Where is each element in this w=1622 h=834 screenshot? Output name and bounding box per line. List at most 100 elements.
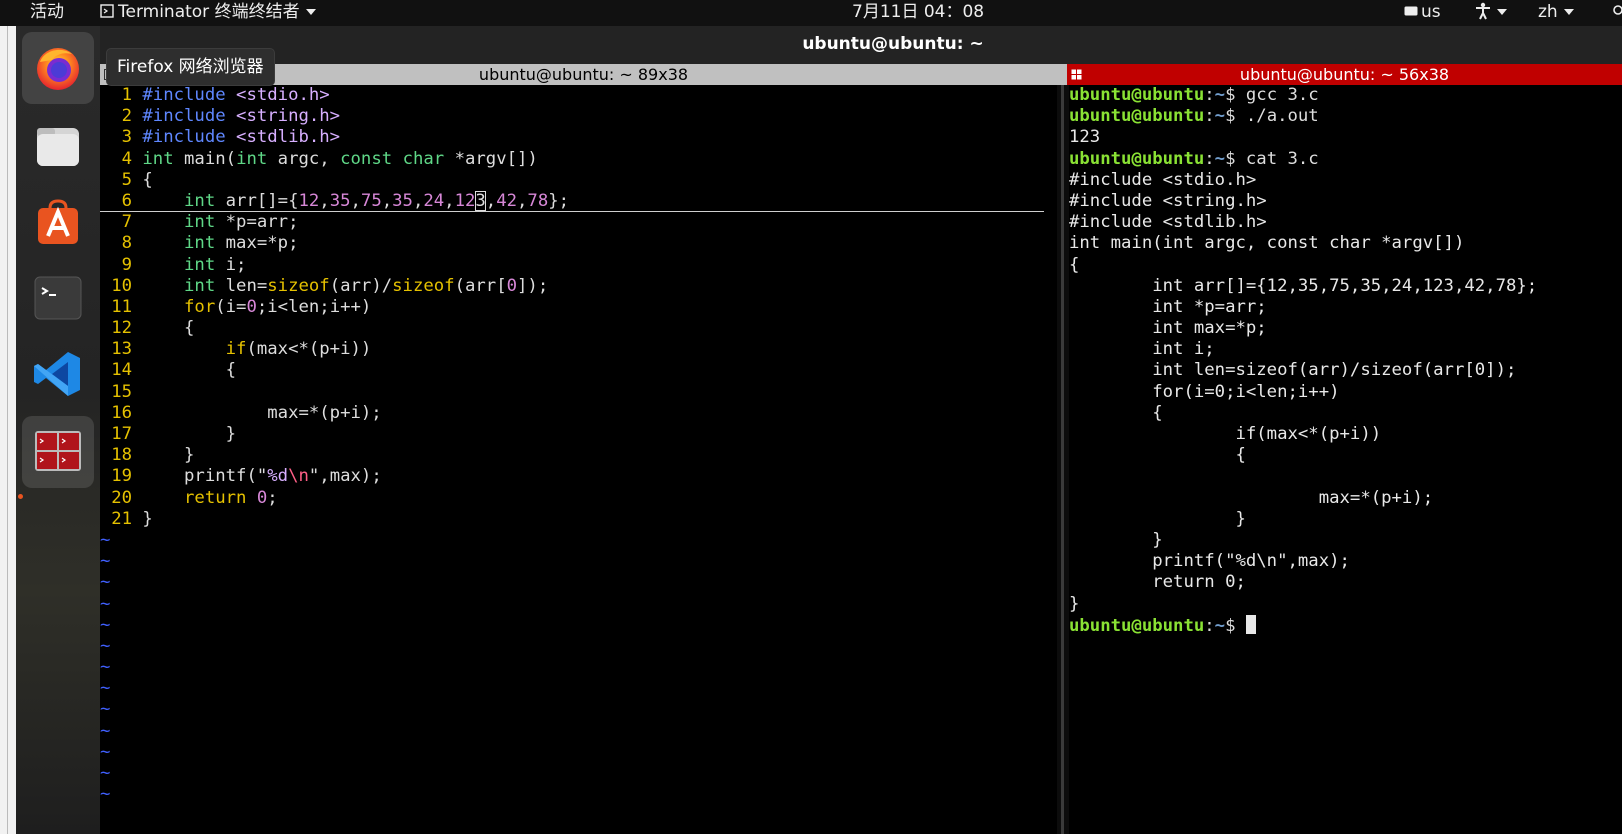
vim-line: 1 #include <stdio.h> [100, 85, 1044, 106]
pane-splitter[interactable] [1057, 85, 1069, 834]
line-number: 13 [111, 339, 132, 360]
line-number: 12 [111, 318, 132, 339]
app-menu[interactable]: Terminator 终端终结者 [100, 0, 316, 24]
window-titlebar[interactable]: ubuntu@ubuntu: ~ [100, 26, 1622, 64]
terminator-icon [35, 431, 81, 471]
vim-line: 7 int *p=arr; [100, 212, 1044, 233]
dock-tooltip: Firefox 网络浏览器 [106, 48, 275, 86]
keyboard-layout-indicator[interactable]: us [1404, 0, 1441, 24]
vim-line: 8 int max=*p; [100, 233, 1044, 254]
vim-cursor: 3 [475, 190, 486, 211]
system-menu-icon[interactable] [1612, 0, 1622, 24]
app-menu-label: Terminator 终端终结者 [118, 2, 300, 22]
dock-app-store[interactable] [22, 186, 94, 258]
output-line: #include <stdio.h> [1069, 169, 1257, 190]
line-number: 17 [111, 424, 132, 444]
line-number: 2 [121, 106, 132, 127]
terminal-cursor [1245, 614, 1256, 634]
line-number: 3 [121, 127, 132, 148]
vim-empty-line: ~ [100, 635, 111, 656]
output-line: int main(int argc, const char *argv[]) [1069, 233, 1465, 254]
prompt-line: ubuntu@ubuntu:~$ gcc 3.c [1069, 85, 1319, 105]
vim-empty-line: ~ [100, 614, 111, 635]
running-indicator [18, 494, 23, 499]
top-bar: 活动 Terminator 终端终结者 7月11日 04：08 us zh [0, 0, 1622, 26]
accessibility-menu[interactable] [1475, 0, 1507, 24]
line-number: 14 [111, 360, 132, 381]
left-pane-title: ubuntu@ubuntu: ~ 89x38 [478, 65, 689, 84]
output-line: int len=sizeof(arr)/sizeof(arr[0]); [1069, 360, 1517, 381]
vim-line: 21 } [100, 509, 1044, 530]
vim-editor-pane[interactable]: 1 #include <stdio.h> 2 #include <string.h… [100, 85, 1057, 834]
dock-terminator[interactable] [22, 416, 94, 488]
activities-button[interactable]: 活动 [30, 0, 64, 24]
dock-files[interactable] [22, 110, 94, 182]
chevron-down-icon [1497, 9, 1507, 15]
vim-empty-line: ~ [100, 572, 111, 593]
line-number: 7 [121, 212, 132, 233]
prompt-line: ubuntu@ubuntu:~$ ./a.out [1069, 106, 1319, 127]
terminator-small-icon [100, 4, 114, 18]
output-line: return 0; [1069, 572, 1246, 593]
vim-empty-line: ~ [100, 678, 111, 699]
dock [16, 26, 100, 834]
vim-empty-line: ~ [100, 593, 111, 614]
line-number: 19 [111, 466, 132, 487]
vim-empty-line: ~ [100, 720, 111, 741]
output-line: int max=*p; [1069, 318, 1267, 339]
output-line: #include <stdlib.h> [1069, 212, 1267, 233]
vim-line: 3 #include <stdlib.h> [100, 127, 1044, 148]
dock-terminal[interactable] [22, 262, 94, 334]
input-method-menu[interactable]: zh [1538, 0, 1574, 24]
vim-empty-line: ~ [100, 551, 111, 572]
vim-buffer: 1 #include <stdio.h> 2 #include <string.h… [100, 85, 1044, 805]
dock-vscode[interactable] [22, 338, 94, 410]
desktop-edge [0, 26, 16, 834]
line-number: 9 [121, 254, 132, 275]
vim-line: 10 int len=sizeof(arr)/sizeof(arr[0]); [100, 276, 1044, 297]
prompt-line: ubuntu@ubuntu:~$ [1069, 614, 1537, 636]
vim-line: 17 } [100, 424, 1044, 445]
line-number: 6 [121, 190, 132, 211]
vim-line: 12 { [100, 318, 1044, 339]
output-line: { [1069, 445, 1246, 466]
output-line: int i; [1069, 339, 1215, 360]
line-number: 20 [111, 487, 132, 508]
line-number: 8 [121, 233, 132, 254]
output-line: int arr[]={12,35,75,35,24,123,42,78}; [1069, 275, 1538, 296]
output-line: { [1069, 402, 1163, 423]
chevron-down-icon [305, 9, 316, 15]
shell-terminal-pane[interactable]: ubuntu@ubuntu:~$ gcc 3.c ubuntu@ubuntu:~$… [1069, 85, 1622, 834]
terminal-output: ubuntu@ubuntu:~$ gcc 3.c ubuntu@ubuntu:~$… [1069, 85, 1537, 636]
output-line: } [1069, 508, 1246, 529]
vim-line: 20 return 0; [100, 488, 1044, 509]
vim-line: 11 for(i=0;i<len;i++) [100, 297, 1044, 318]
vim-line: 4 int main(int argc, const char *argv[]) [100, 149, 1044, 170]
vim-line: 15 [100, 382, 1044, 403]
vim-empty-line: ~ [100, 784, 111, 805]
right-pane-title: ubuntu@ubuntu: ~ 56x38 [1239, 65, 1450, 84]
output-line: { [1069, 254, 1080, 275]
line-number: 16 [111, 402, 132, 423]
keyboard-layout-label: us [1421, 2, 1441, 22]
vim-line: 6 int arr[]={12,35,75,35,24,123,42,78}; [100, 190, 1044, 212]
files-icon [37, 128, 79, 166]
prompt-line: ubuntu@ubuntu:~$ cat 3.c [1069, 148, 1319, 169]
right-pane-titlebar[interactable]: ubuntu@ubuntu: ~ 56x38 [1067, 64, 1622, 85]
vim-line: 13 if(max<*(p+i)) [100, 339, 1044, 360]
vim-empty-line: ~ [100, 699, 111, 720]
keyboard-icon [1404, 6, 1418, 16]
accessibility-icon [1476, 2, 1490, 20]
output-line: if(max<*(p+i)) [1069, 424, 1382, 444]
terminal-icon [34, 276, 82, 320]
clock[interactable]: 7月11日 04：08 [852, 0, 984, 24]
output-line: 123 [1069, 127, 1101, 148]
vscode-icon [34, 352, 80, 396]
vim-empty-line: ~ [100, 657, 111, 678]
line-number: 1 [121, 85, 132, 105]
vim-line: 2 #include <string.h> [100, 106, 1044, 127]
terminal-small-icon [1071, 69, 1082, 80]
vim-line: 19 printf("%d\n",max); [100, 466, 1044, 487]
line-number: 11 [111, 296, 132, 317]
dock-firefox[interactable] [22, 32, 94, 104]
